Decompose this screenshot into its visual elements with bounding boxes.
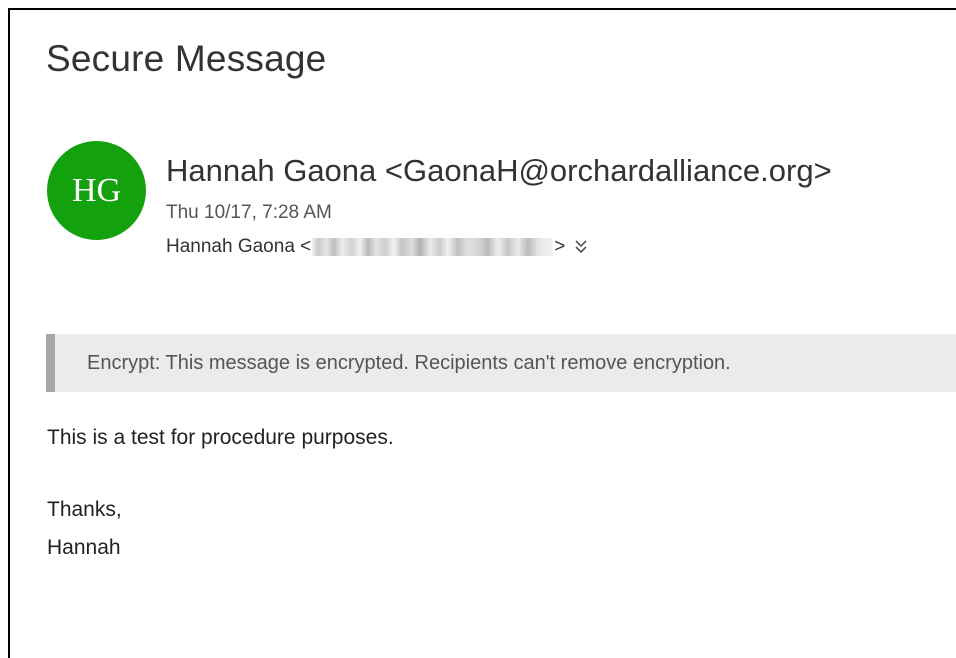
avatar-initials: HG [71,171,122,209]
recipient-close-bracket: > [554,236,566,257]
message-frame [8,8,956,658]
body-closing: Thanks, [47,498,122,521]
sender-avatar: HG [47,141,146,240]
encryption-notice-text: Encrypt: This message is encrypted. Reci… [87,351,731,374]
encryption-banner: Encrypt: This message is encrypted. Reci… [46,334,956,392]
message-subject: Secure Message [46,38,327,79]
sent-date: Thu 10/17, 7:28 AM [166,202,332,223]
sender-name-address[interactable]: Hannah Gaona <GaonaH@orchardalliance.org… [166,153,832,189]
chevron-double-down-glyph [575,240,587,254]
body-signature: Hannah [47,536,121,559]
recipient-line: Hannah Gaona < > [166,236,587,258]
chevron-double-down-icon[interactable] [575,240,587,254]
recipient-name[interactable]: Hannah Gaona < [166,236,311,258]
redacted-email [312,238,554,256]
body-line: This is a test for procedure purposes. [47,426,394,449]
